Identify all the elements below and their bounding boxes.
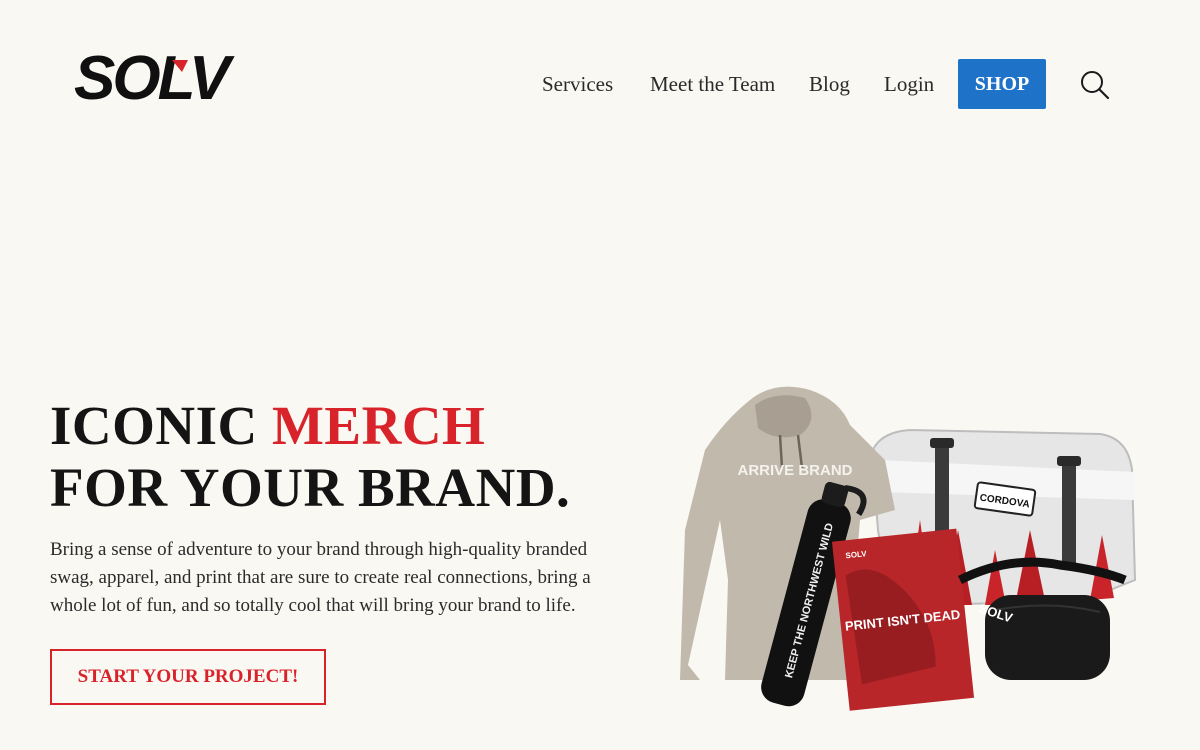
shop-button[interactable]: SHOP: [958, 59, 1046, 109]
site-header: SOLV Services Meet the Team Blog Login S…: [0, 0, 1200, 170]
hero-title-word-merch: MERCH: [272, 395, 486, 456]
start-project-button[interactable]: START YOUR PROJECT!: [50, 649, 326, 705]
hero-title: ICONIC MERCH FOR YOUR BRAND.: [50, 395, 570, 519]
logo-wordmark: SOLV: [74, 44, 230, 113]
nav-services[interactable]: Services: [542, 72, 613, 97]
nav-blog[interactable]: Blog: [809, 72, 850, 97]
nav-meet-the-team[interactable]: Meet the Team: [650, 72, 775, 97]
hero-title-word-iconic: ICONIC: [50, 395, 258, 456]
merch-product-image: CORDOVA ARRIVE BRAND KEEP THE NORTHWEST …: [680, 386, 1137, 711]
hero-description: Bring a sense of adventure to your brand…: [50, 539, 591, 616]
nav-login[interactable]: Login: [884, 72, 934, 97]
hoodie-print-text: ARRIVE BRAND: [737, 462, 852, 479]
logo-red-chevron-icon: [172, 60, 188, 72]
print-booklet-image: SOLV PRINT ISN'T DEAD: [831, 528, 975, 711]
search-icon[interactable]: [1080, 70, 1110, 100]
solv-logo[interactable]: SOLV: [74, 48, 276, 112]
hero-title-line2: FOR YOUR BRAND.: [50, 457, 571, 518]
